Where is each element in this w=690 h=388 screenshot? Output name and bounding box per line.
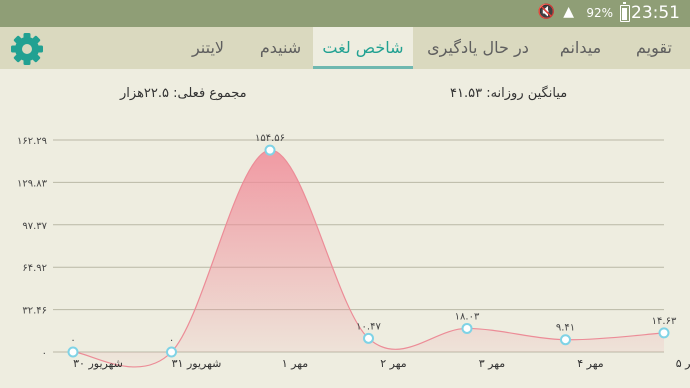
x-tick-label: ۳ مهر: [479, 357, 506, 370]
x-tick-label: ۴ مهر: [577, 357, 604, 370]
x-tick-label: ۵ مهر: [676, 357, 690, 370]
battery-percent: 92%: [586, 6, 613, 20]
data-value-label: ۰: [169, 335, 174, 346]
y-tick-label: ۰: [42, 348, 47, 359]
battery-icon: [620, 2, 630, 22]
battery-fill: [622, 8, 627, 20]
signal-icon: ▲: [563, 4, 582, 20]
data-value-label: ۱۰.۴۷: [356, 321, 381, 332]
data-value-label: ۱۴.۶۳: [652, 316, 677, 327]
tab-bar: لایتنر شنیدم شاخص لغت در حال یادگیری مید…: [0, 27, 690, 69]
tab-learning[interactable]: در حال یادگیری: [413, 27, 543, 69]
x-tick-label: ۲ مهر: [380, 357, 407, 370]
data-value-label: ۹.۴۱: [556, 323, 575, 334]
data-value-label: ۱۸.۰۳: [455, 311, 480, 322]
x-tick-label: ۳۱ شهریور: [172, 357, 222, 370]
x-tick-label: ۳۰ شهریور: [73, 357, 123, 370]
tab-leitner[interactable]: لایتنر: [168, 27, 248, 69]
y-tick-label: ۱۶۲.۲۹: [17, 136, 47, 147]
chart-marks: ۰ ۳۰ شهریور ۰ ۳۱ شهریور ۱۵۴.۵۶ ۱ مهر ۱۰.۴۷ ۲ مه…: [67, 133, 690, 370]
word-index-chart: ۰۳۲.۴۶۶۴.۹۲۹۷.۳۷۱۲۹.۸۳۱۶۲.۲۹ ۰۳۰ شهریور۰…: [17, 133, 690, 370]
clock: 23:51: [631, 3, 680, 23]
data-point[interactable]: [658, 327, 670, 339]
data-point[interactable]: [363, 332, 374, 344]
data-value-label: ۰: [70, 335, 75, 346]
data-point[interactable]: [67, 346, 79, 358]
data-point[interactable]: [461, 322, 473, 334]
data-point[interactable]: [560, 334, 571, 346]
tab-know[interactable]: میدانم: [543, 27, 618, 69]
status-bar: 🔇▲ 92% 23:51: [0, 0, 690, 27]
y-tick-label: ۱۲۹.۸۳: [17, 178, 48, 189]
tab-word-index[interactable]: شاخص لغت: [313, 27, 413, 69]
mute-icon: 🔇: [537, 4, 564, 20]
x-tick-label: ۱ مهر: [282, 357, 309, 370]
status-icons: 🔇▲: [538, 4, 582, 20]
y-tick-label: ۶۴.۹۲: [22, 263, 47, 274]
y-tick-label: ۳۲.۴۶: [22, 306, 47, 317]
y-tick-label: ۹۷.۳۷: [22, 221, 47, 232]
data-point[interactable]: [166, 346, 177, 358]
tab-heard[interactable]: شنیدم: [248, 27, 313, 69]
settings-gear-icon[interactable]: [10, 32, 44, 66]
tab-calendar[interactable]: تقویم: [618, 27, 690, 69]
data-value-label: ۱۵۴.۵۶: [255, 133, 285, 144]
data-point[interactable]: [264, 144, 276, 156]
